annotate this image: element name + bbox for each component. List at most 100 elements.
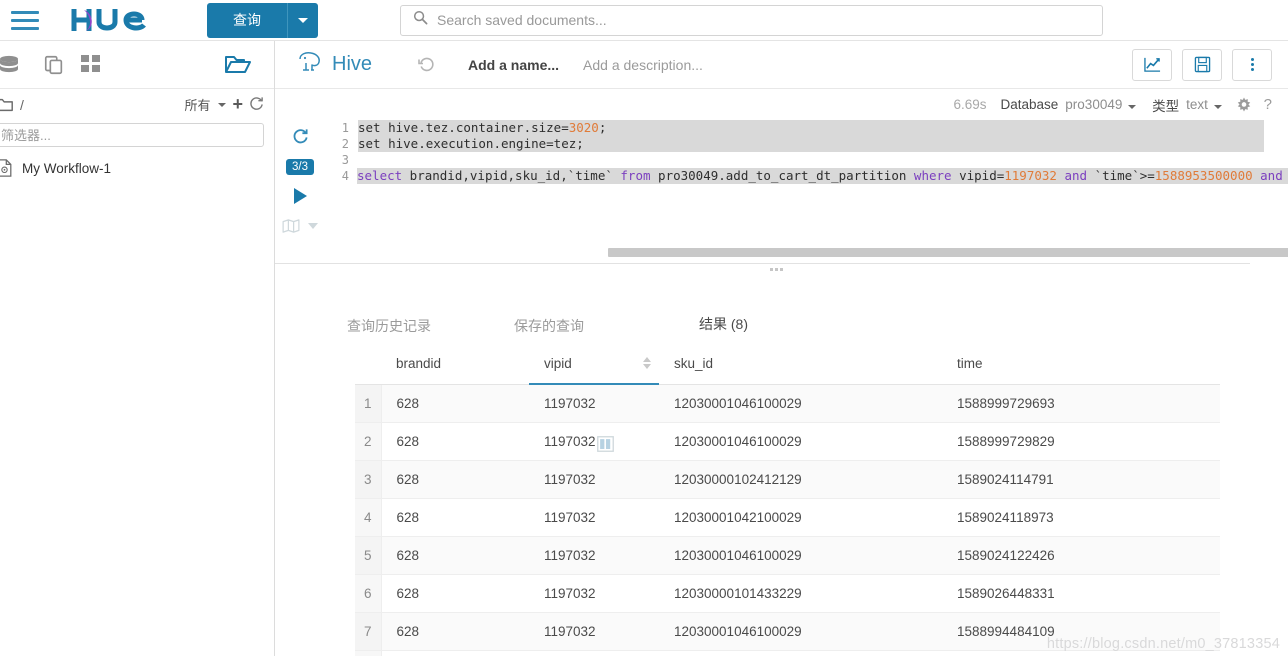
editor-gutter-tools: 3/3 bbox=[281, 128, 319, 233]
table-row[interactable]: 5 628 1197032 12030001046100029 15890241… bbox=[355, 536, 1220, 575]
cell-vipid: 1197032 bbox=[529, 612, 659, 651]
global-search-box[interactable] bbox=[400, 4, 1103, 36]
cell-brandid: 628 bbox=[381, 536, 529, 575]
folder-breadcrumb[interactable]: / bbox=[0, 97, 24, 113]
assist-path-actions: 所有 + bbox=[184, 95, 264, 114]
database-label: Database bbox=[1000, 97, 1059, 112]
assist-panel-icon-bar bbox=[0, 41, 274, 89]
query-dropdown-toggle[interactable] bbox=[288, 2, 318, 38]
search-icon bbox=[413, 10, 428, 30]
history-revert-icon[interactable] bbox=[418, 56, 436, 74]
apps-grid-icon[interactable] bbox=[81, 54, 101, 75]
statement-progress-badge[interactable]: 3/3 bbox=[286, 159, 314, 175]
more-options-button[interactable] bbox=[1232, 48, 1272, 81]
kebab-menu-icon bbox=[1250, 58, 1254, 71]
cell-sku-id: 12030001046100029 bbox=[659, 612, 939, 651]
filter-input[interactable] bbox=[1, 127, 263, 143]
explain-plan-toggle[interactable] bbox=[282, 219, 318, 233]
table-row[interactable]: 4 628 1197032 12030001042100029 15890241… bbox=[355, 498, 1220, 537]
cell-vipid: 1197032 bbox=[529, 498, 659, 537]
editor-action-buttons bbox=[1132, 48, 1272, 81]
cell-vipid: 1197032 bbox=[529, 650, 659, 656]
scrollbar-track[interactable] bbox=[333, 248, 1288, 258]
drag-handle-dots[interactable] bbox=[770, 268, 783, 271]
workflow-document-icon bbox=[0, 159, 13, 177]
table-header-row: brandid vipid sku_id time bbox=[355, 344, 1220, 385]
chart-button[interactable] bbox=[1132, 48, 1172, 81]
chart-line-icon bbox=[1143, 57, 1160, 72]
chevron-down-icon[interactable] bbox=[1213, 105, 1222, 109]
column-header-sku-id[interactable]: sku_id bbox=[659, 344, 939, 385]
column-header-time[interactable]: time bbox=[939, 344, 1220, 385]
gear-icon[interactable] bbox=[1236, 96, 1252, 113]
elapsed-time: 6.69s bbox=[953, 97, 987, 112]
search-input[interactable] bbox=[437, 12, 1102, 28]
database-value: pro30049 bbox=[1065, 97, 1123, 112]
save-button[interactable] bbox=[1182, 48, 1222, 81]
table-row[interactable]: 1 628 1197032 12030001046100029 15889997… bbox=[355, 384, 1220, 423]
tab-saved-queries[interactable]: 保存的查询 bbox=[497, 316, 601, 346]
cell-brandid: 628 bbox=[381, 612, 529, 651]
left-assist-panel: / 所有 + 筛选器... My Workflow-1 bbox=[0, 41, 275, 656]
table-row[interactable]: 3 628 1197032 12030000102412129 15890241… bbox=[355, 460, 1220, 499]
code-line: 3 bbox=[333, 152, 1288, 168]
editor-divider bbox=[275, 263, 1250, 264]
cell-brandid: 628 bbox=[381, 498, 529, 537]
cell-sku-id: 12030000101433229 bbox=[659, 574, 939, 613]
sort-arrows-icon[interactable] bbox=[643, 357, 651, 369]
tab-results[interactable]: 结果 (8) bbox=[659, 314, 788, 346]
play-icon[interactable] bbox=[293, 188, 307, 204]
row-number: 6 bbox=[355, 574, 382, 613]
type-selector[interactable]: text bbox=[1186, 97, 1222, 112]
hamburger-menu-icon[interactable] bbox=[8, 5, 42, 35]
query-button[interactable]: 查询 bbox=[207, 2, 288, 38]
query-name-field[interactable]: Add a name... bbox=[468, 57, 559, 73]
cell-sku-id: 12030001046100029 bbox=[659, 384, 939, 423]
database-selector[interactable]: pro30049 bbox=[1065, 97, 1137, 112]
watermark: https://blog.csdn.net/m0_37813354 bbox=[1046, 636, 1280, 652]
floppy-save-icon bbox=[1194, 56, 1210, 73]
table-row[interactable]: 6 628 1197032 12030000101433229 15890264… bbox=[355, 574, 1220, 613]
results-tab-bar: 查询历史记录 保存的查询 结果 (8) bbox=[275, 306, 1250, 346]
query-description-field[interactable]: Add a description... bbox=[583, 57, 703, 73]
row-number: 7 bbox=[355, 612, 382, 651]
chevron-down-icon[interactable] bbox=[1128, 105, 1137, 109]
question-mark-icon[interactable]: ? bbox=[1264, 96, 1272, 113]
column-header-vipid-label: vipid bbox=[544, 356, 572, 371]
cell-time: 1589024114791 bbox=[939, 460, 1220, 499]
query-button-group[interactable]: 查询 bbox=[207, 2, 318, 38]
type-label: 类型 bbox=[1152, 98, 1180, 114]
results-table-head: brandid vipid sku_id time bbox=[355, 344, 1220, 385]
cell-vipid: 1197032 bbox=[529, 384, 659, 423]
refresh-icon[interactable] bbox=[292, 128, 309, 148]
hue-logo[interactable] bbox=[70, 5, 170, 35]
tab-query-history[interactable]: 查询历史记录 bbox=[337, 316, 441, 346]
plus-icon[interactable]: + bbox=[232, 95, 243, 113]
line-number: 1 bbox=[341, 121, 349, 135]
line-content: select brandid,vipid,sku_id,`time` from … bbox=[357, 168, 1288, 184]
engine-selector[interactable]: Hive bbox=[297, 50, 372, 79]
editor-horizontal-scrollbar[interactable] bbox=[333, 248, 1288, 258]
cell-time: 1589024118973 bbox=[939, 498, 1220, 537]
cell-time: 1588999729693 bbox=[939, 384, 1220, 423]
list-item[interactable]: My Workflow-1 bbox=[0, 159, 274, 177]
scope-selector-label[interactable]: 所有 bbox=[184, 95, 210, 114]
chevron-down-icon[interactable] bbox=[218, 102, 227, 107]
cell-time: 1588999729829 bbox=[939, 422, 1220, 461]
refresh-icon[interactable] bbox=[249, 96, 264, 114]
assist-filter-box[interactable] bbox=[0, 123, 264, 147]
open-folder-icon[interactable] bbox=[224, 51, 252, 82]
hue-application: 查询 Search saved documents... / 所有 + 筛选器.… bbox=[0, 0, 1288, 656]
sql-code-area[interactable]: 1 set hive.tez.container.size=3020; 2 se… bbox=[333, 120, 1288, 255]
column-header-vipid[interactable]: vipid bbox=[529, 344, 659, 385]
database-icon[interactable] bbox=[0, 53, 27, 77]
line-content: set hive.execution.engine=tez; bbox=[358, 136, 1264, 152]
line-number: 2 bbox=[341, 137, 349, 151]
sql-editor-region: 3/3 1 set hive.tez.container.size=3020; bbox=[275, 120, 1288, 295]
scrollbar-thumb[interactable] bbox=[608, 248, 1288, 257]
cell-sku-id: 12030001046100029 bbox=[659, 536, 939, 575]
cell-vipid: 1197032 bbox=[529, 422, 659, 461]
table-row[interactable]: 2 628 1197032 12030001046100029 15889997… bbox=[355, 422, 1220, 461]
column-header-brandid[interactable]: brandid bbox=[381, 344, 529, 385]
documents-icon[interactable] bbox=[43, 54, 65, 76]
